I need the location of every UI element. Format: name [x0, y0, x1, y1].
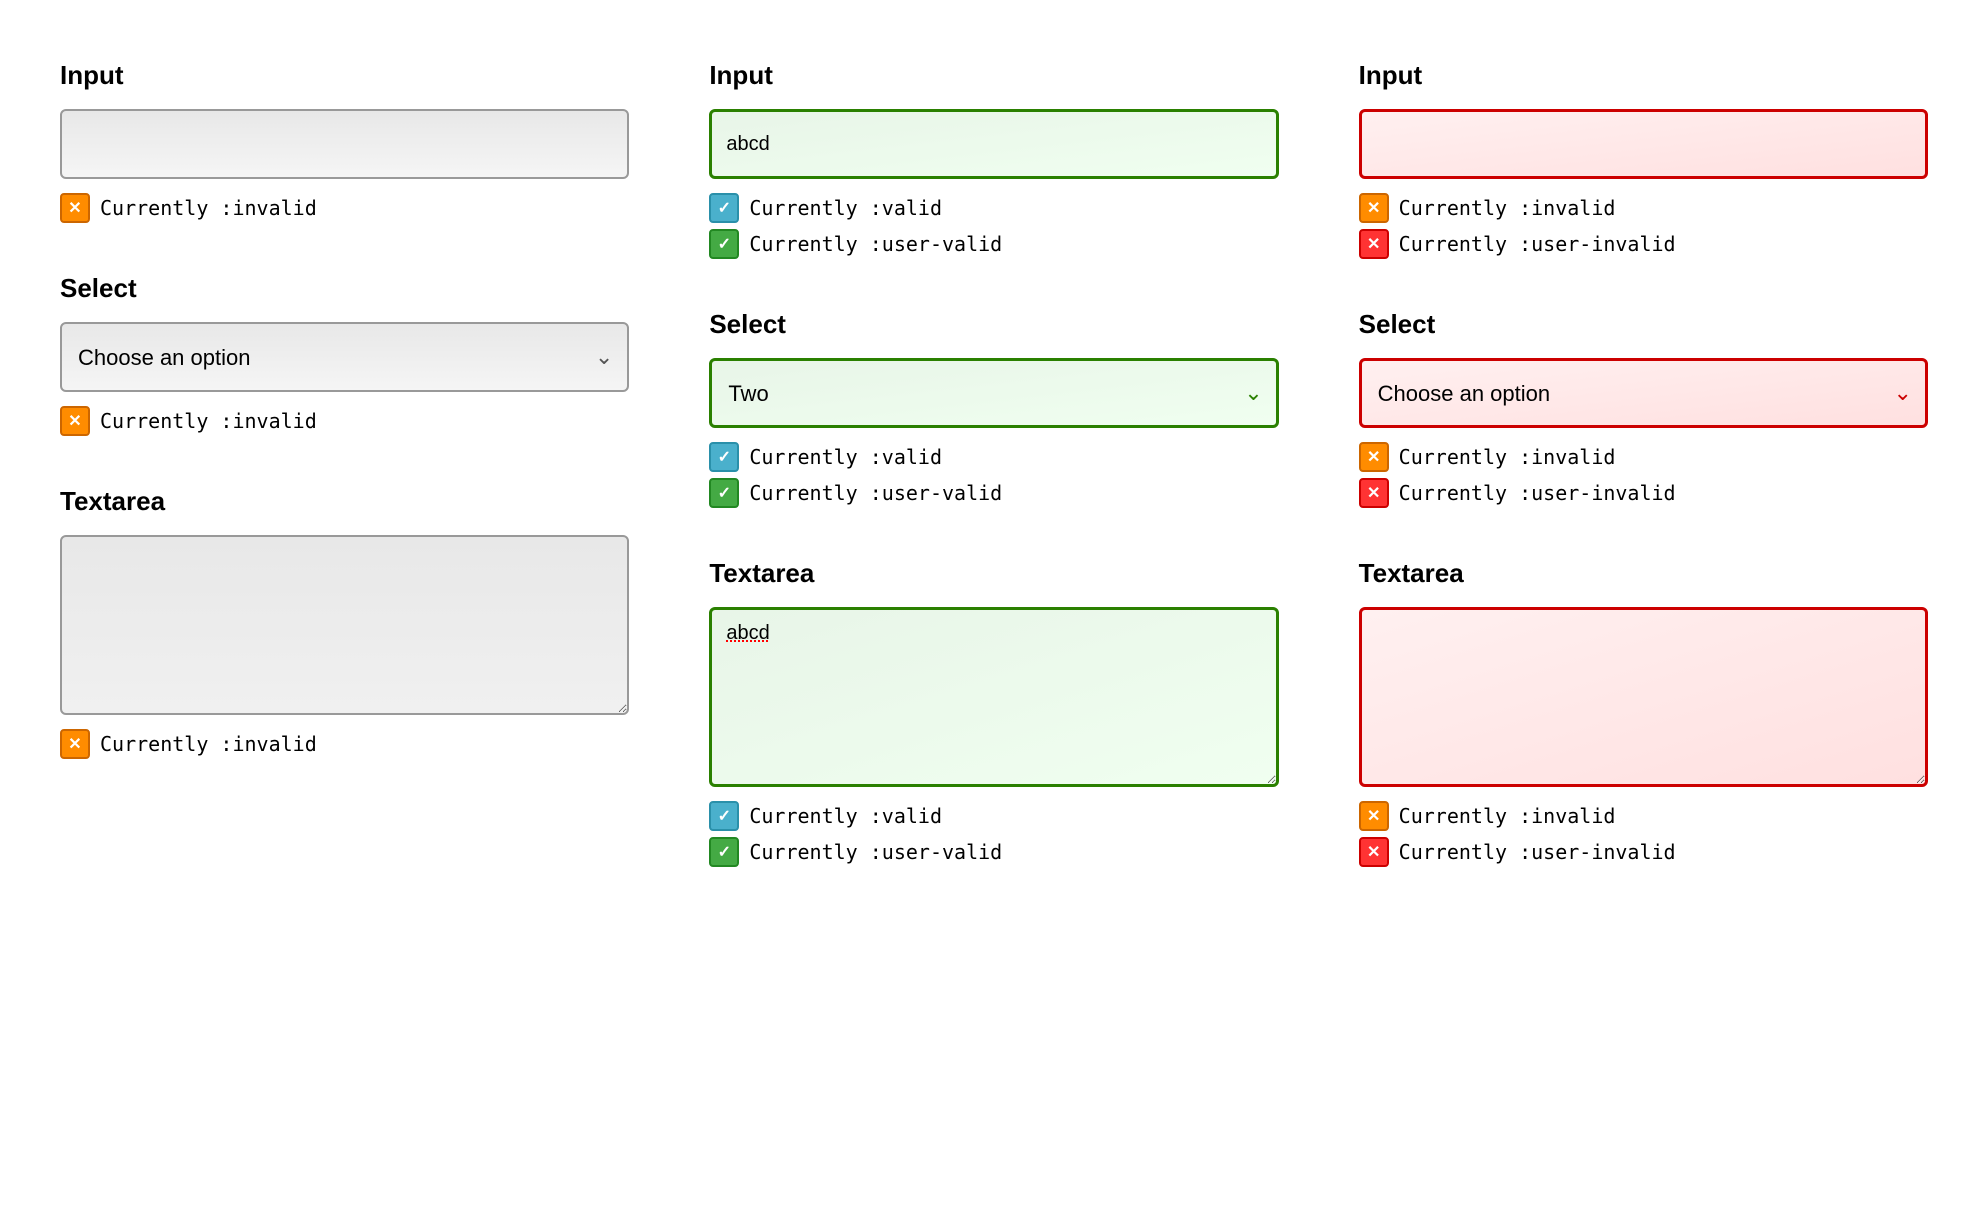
input-invalid-statuses: ✕ Currently :invalid ✕ Currently :user-i… — [1359, 193, 1928, 259]
status-item: ✕ Currently :invalid — [60, 406, 629, 436]
status-text: Currently :invalid — [100, 196, 317, 220]
status-item: ✓ Currently :valid — [709, 442, 1278, 472]
status-item: ✕ Currently :invalid — [60, 193, 629, 223]
status-text: Currently :invalid — [1399, 445, 1616, 469]
textarea-invalid-statuses: ✕ Currently :invalid ✕ Currently :user-i… — [1359, 801, 1928, 867]
status-text: Currently :user-invalid — [1399, 232, 1676, 256]
section-select-valid: Select Choose an option One Two Three ⌄ … — [709, 309, 1278, 508]
badge-green-check-icon: ✓ — [709, 478, 739, 508]
select-neutral-wrapper: Choose an option One Two Three ⌄ — [60, 322, 629, 392]
badge-red-x-icon: ✕ — [1359, 229, 1389, 259]
status-item: ✓ Currently :valid — [709, 801, 1278, 831]
badge-red-x-icon: ✕ — [1359, 837, 1389, 867]
section-select-neutral: Select Choose an option One Two Three ⌄ … — [60, 273, 629, 436]
status-item: ✕ Currently :invalid — [1359, 193, 1928, 223]
select-neutral-statuses: ✕ Currently :invalid — [60, 406, 629, 436]
status-text: Currently :invalid — [1399, 196, 1616, 220]
badge-red-x-icon: ✕ — [1359, 478, 1389, 508]
select-invalid[interactable]: Choose an option One Two Three — [1359, 358, 1928, 428]
column-valid: Input ✓ Currently :valid ✓ Currently :us… — [669, 30, 1318, 907]
input-neutral-label: Input — [60, 60, 629, 91]
status-text: Currently :user-valid — [749, 481, 1002, 505]
textarea-neutral-label: Textarea — [60, 486, 629, 517]
status-item: ✕ Currently :user-invalid — [1359, 478, 1928, 508]
input-invalid[interactable] — [1359, 109, 1928, 179]
status-item: ✕ Currently :invalid — [60, 729, 629, 759]
badge-orange-x-icon: ✕ — [1359, 442, 1389, 472]
badge-orange-x-icon: ✕ — [60, 729, 90, 759]
badge-blue-check-icon: ✓ — [709, 442, 739, 472]
section-textarea-valid: Textarea <span class="textarea-abcd">abc… — [709, 558, 1278, 867]
textarea-valid-statuses: ✓ Currently :valid ✓ Currently :user-val… — [709, 801, 1278, 867]
textarea-neutral-statuses: ✕ Currently :invalid — [60, 729, 629, 759]
select-valid[interactable]: Choose an option One Two Three — [709, 358, 1278, 428]
textarea-neutral[interactable] — [60, 535, 629, 715]
status-text: Currently :user-invalid — [1399, 481, 1676, 505]
input-neutral-statuses: ✕ Currently :invalid — [60, 193, 629, 223]
badge-green-check-icon: ✓ — [709, 229, 739, 259]
status-text: Currently :user-invalid — [1399, 840, 1676, 864]
status-text: Currently :user-valid — [749, 232, 1002, 256]
section-input-valid: Input ✓ Currently :valid ✓ Currently :us… — [709, 60, 1278, 259]
badge-orange-x-icon: ✕ — [60, 193, 90, 223]
section-select-invalid: Select Choose an option One Two Three ⌄ … — [1359, 309, 1928, 508]
badge-blue-check-icon: ✓ — [709, 193, 739, 223]
status-item: ✓ Currently :user-valid — [709, 837, 1278, 867]
textarea-valid[interactable]: <span class="textarea-abcd">abcd</span> — [709, 607, 1278, 787]
textarea-valid-label: Textarea — [709, 558, 1278, 589]
select-neutral-label: Select — [60, 273, 629, 304]
column-neutral: Input ✕ Currently :invalid Select Choose… — [20, 30, 669, 907]
section-input-neutral: Input ✕ Currently :invalid — [60, 60, 629, 223]
input-invalid-label: Input — [1359, 60, 1928, 91]
status-text: Currently :valid — [749, 196, 942, 220]
status-item: ✕ Currently :user-invalid — [1359, 837, 1928, 867]
status-text: Currently :invalid — [100, 409, 317, 433]
status-text: Currently :user-valid — [749, 840, 1002, 864]
status-item: ✓ Currently :user-valid — [709, 229, 1278, 259]
input-valid-statuses: ✓ Currently :valid ✓ Currently :user-val… — [709, 193, 1278, 259]
select-valid-label: Select — [709, 309, 1278, 340]
status-text: Currently :valid — [749, 445, 942, 469]
badge-orange-x-icon: ✕ — [1359, 193, 1389, 223]
status-text: Currently :invalid — [1399, 804, 1616, 828]
textarea-invalid[interactable] — [1359, 607, 1928, 787]
status-item: ✕ Currently :invalid — [1359, 442, 1928, 472]
select-valid-wrapper: Choose an option One Two Three ⌄ — [709, 358, 1278, 428]
badge-blue-check-icon: ✓ — [709, 801, 739, 831]
section-input-invalid: Input ✕ Currently :invalid ✕ Currently :… — [1359, 60, 1928, 259]
column-invalid: Input ✕ Currently :invalid ✕ Currently :… — [1319, 30, 1968, 907]
status-item: ✕ Currently :invalid — [1359, 801, 1928, 831]
input-valid[interactable] — [709, 109, 1278, 179]
main-grid: Input ✕ Currently :invalid Select Choose… — [20, 30, 1968, 907]
section-textarea-invalid: Textarea ✕ Currently :invalid ✕ Currentl… — [1359, 558, 1928, 867]
select-invalid-wrapper: Choose an option One Two Three ⌄ — [1359, 358, 1928, 428]
select-invalid-label: Select — [1359, 309, 1928, 340]
status-text: Currently :valid — [749, 804, 942, 828]
status-item: ✕ Currently :user-invalid — [1359, 229, 1928, 259]
input-valid-label: Input — [709, 60, 1278, 91]
section-textarea-neutral: Textarea ✕ Currently :invalid — [60, 486, 629, 759]
select-neutral[interactable]: Choose an option One Two Three — [60, 322, 629, 392]
badge-orange-x-icon: ✕ — [1359, 801, 1389, 831]
status-text: Currently :invalid — [100, 732, 317, 756]
badge-green-check-icon: ✓ — [709, 837, 739, 867]
textarea-invalid-label: Textarea — [1359, 558, 1928, 589]
status-item: ✓ Currently :valid — [709, 193, 1278, 223]
input-neutral[interactable] — [60, 109, 629, 179]
select-invalid-statuses: ✕ Currently :invalid ✕ Currently :user-i… — [1359, 442, 1928, 508]
status-item: ✓ Currently :user-valid — [709, 478, 1278, 508]
badge-orange-x-icon: ✕ — [60, 406, 90, 436]
select-valid-statuses: ✓ Currently :valid ✓ Currently :user-val… — [709, 442, 1278, 508]
